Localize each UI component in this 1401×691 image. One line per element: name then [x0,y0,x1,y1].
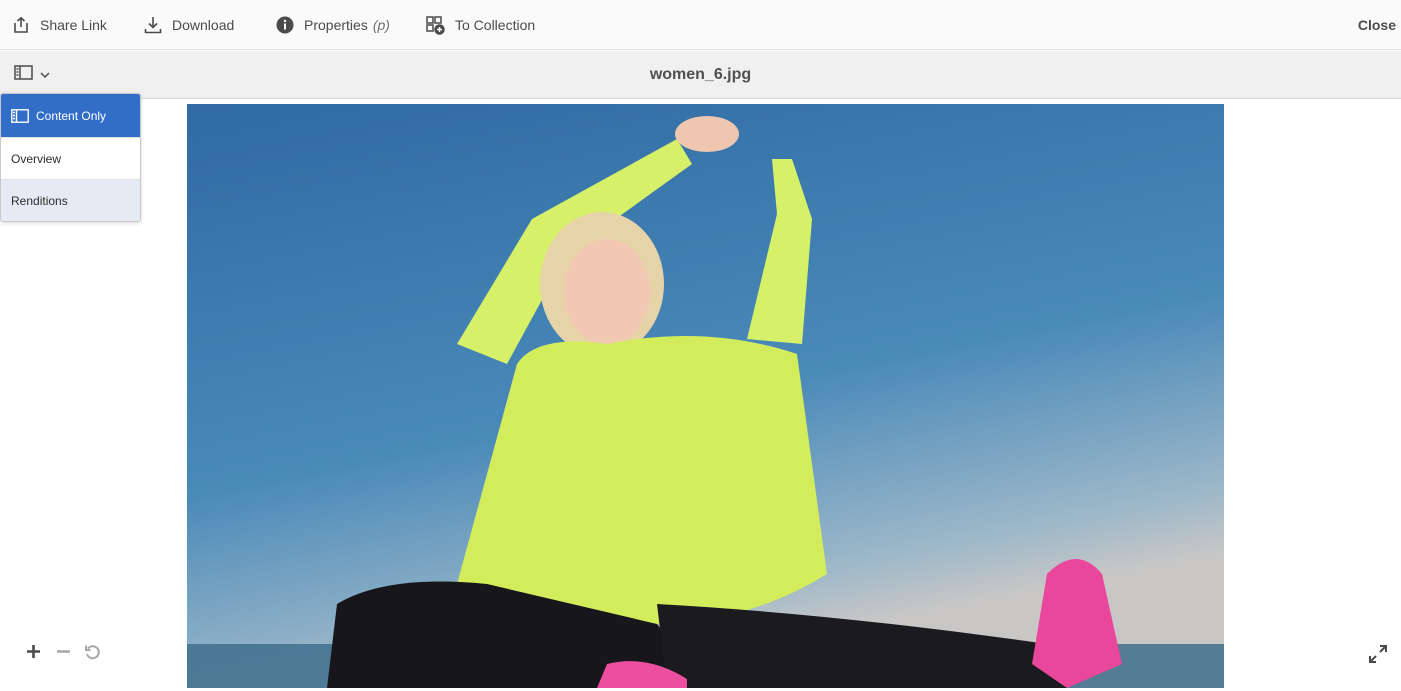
close-button[interactable]: Close [1358,0,1396,50]
view-option-label: Overview [11,151,62,166]
info-icon [276,16,294,34]
view-selector-button[interactable] [14,65,50,85]
zoom-out-icon [56,644,71,664]
fullscreen-icon [1368,645,1388,668]
rail-toggle-icon [14,65,33,85]
zoom-out-button[interactable] [53,644,73,664]
page-title: women_6.jpg [649,66,752,83]
title-bar: women_6.jpg [0,51,1401,99]
fullscreen-button[interactable] [1368,644,1388,664]
share-icon [12,16,30,34]
asset-photo [187,104,1224,688]
download-label: Download [172,17,235,33]
zoom-in-icon [26,644,41,664]
properties-label: Properties [304,17,368,33]
asset-image [187,104,1224,688]
view-menu: Content Only Overview Renditions [0,93,141,222]
zoom-in-button[interactable] [23,644,43,664]
properties-button[interactable]: Properties (p) [276,0,390,50]
add-to-collection-icon [426,15,445,35]
reset-zoom-icon [84,644,100,665]
chevron-down-icon [40,66,50,84]
reset-zoom-button[interactable] [82,644,102,664]
rail-toggle-icon [11,108,29,123]
action-bar: Share Link Download Properties (p) To Co… [0,0,1401,50]
share-link-button[interactable]: Share Link [12,0,107,50]
view-option-overview[interactable]: Overview [1,138,140,180]
share-link-label: Share Link [40,17,107,33]
to-collection-button[interactable]: To Collection [426,0,535,50]
view-option-content-only[interactable]: Content Only [1,94,140,138]
download-button[interactable]: Download [144,0,234,50]
download-icon [144,16,162,34]
view-option-label: Content Only [36,108,107,123]
view-option-label: Renditions [11,193,68,208]
to-collection-label: To Collection [455,17,536,33]
properties-shortcut-hint: (p) [372,17,390,33]
view-option-renditions[interactable]: Renditions [1,180,140,221]
